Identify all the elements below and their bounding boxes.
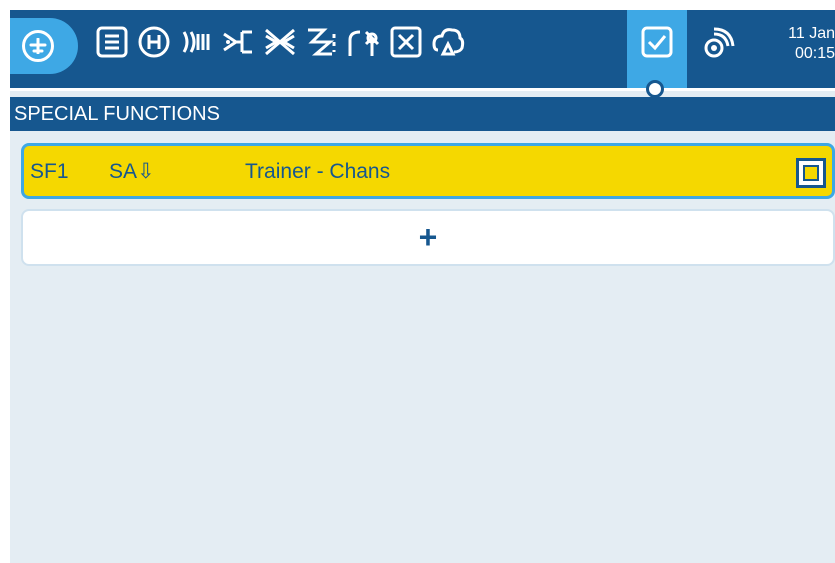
telemetry-icon <box>704 27 735 58</box>
gvars-icon <box>390 26 422 58</box>
inputs-icon <box>223 30 252 54</box>
date-text: 11 Jan <box>788 25 835 42</box>
inputs-tab[interactable] <box>220 24 256 60</box>
curves-tab[interactable] <box>346 24 382 60</box>
outputs-tab[interactable] <box>304 24 340 60</box>
enable-checkbox[interactable] <box>796 158 826 188</box>
outputs-icon <box>308 28 336 56</box>
list-icon <box>96 26 128 58</box>
date-time: 11 Jan 00:15 <box>766 24 835 64</box>
tab-indicator-dot <box>646 80 664 98</box>
flight-modes-tab[interactable] <box>178 24 214 60</box>
logic-icon <box>432 28 465 56</box>
logical-switches-tab[interactable] <box>430 24 466 60</box>
top-bar: 11 Jan 00:15 <box>10 10 835 98</box>
model-setup-tab[interactable] <box>94 24 130 60</box>
checkbox-icon <box>641 26 673 58</box>
heli-tab[interactable] <box>136 24 172 60</box>
flight-modes-icon <box>182 31 210 53</box>
special-functions-tab[interactable] <box>639 24 675 60</box>
heli-icon <box>138 26 170 58</box>
telemetry-tab[interactable] <box>700 24 736 60</box>
checkbox-inner <box>803 165 819 181</box>
home-button[interactable] <box>10 18 78 74</box>
function-id: SF1 <box>30 160 69 183</box>
function-switch: SA⇩ <box>109 160 155 183</box>
airplane-icon <box>29 38 47 54</box>
curves-icon <box>348 30 380 56</box>
mixes-tab[interactable] <box>262 24 298 60</box>
mixes-icon <box>265 28 295 56</box>
function-row[interactable]: SF1 SA⇩ Trainer - Chans <box>21 143 835 199</box>
tab-indicator-line <box>10 88 835 91</box>
add-function-button[interactable]: + <box>21 209 835 266</box>
global-vars-tab[interactable] <box>388 24 424 60</box>
time-text: 00:15 <box>794 45 835 62</box>
section-title: SPECIAL FUNCTIONS <box>10 97 835 131</box>
function-action: Trainer - Chans <box>245 160 391 183</box>
screen: 11 Jan 00:15 SPECIAL FUNCTIONS SF1 SA⇩ T… <box>10 10 835 563</box>
